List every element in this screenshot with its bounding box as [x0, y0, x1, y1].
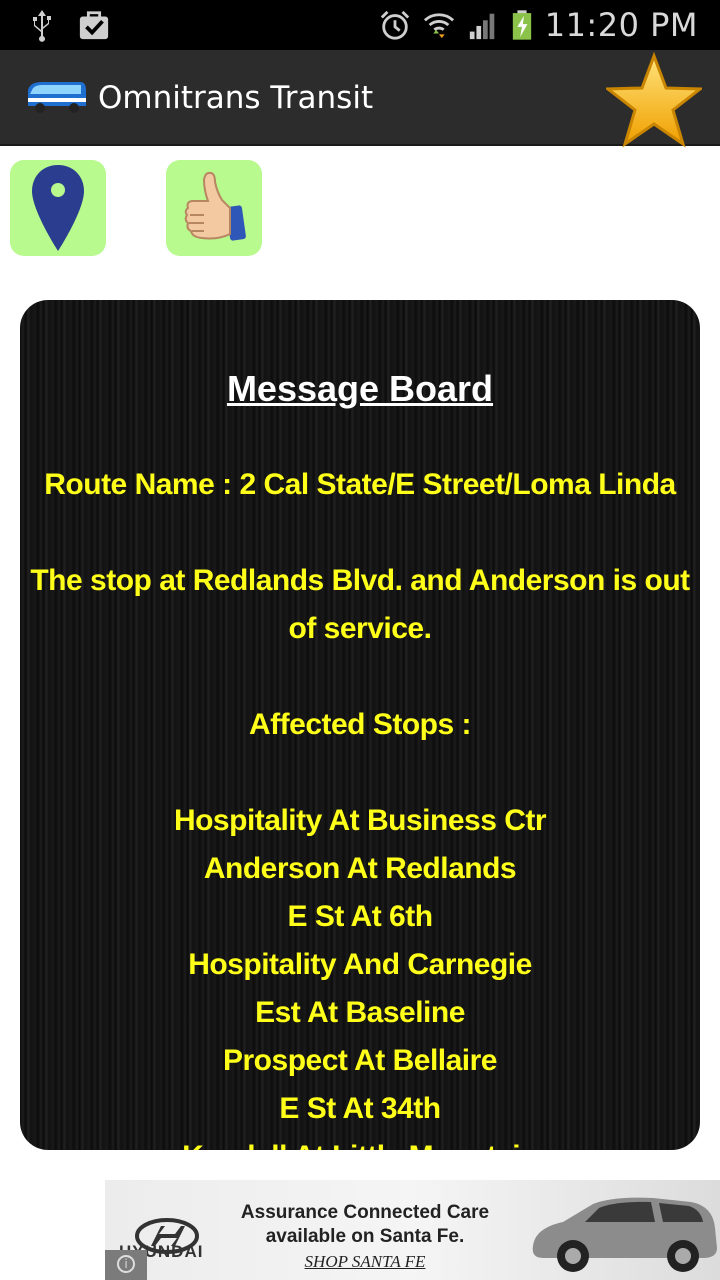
map-location-button[interactable] — [10, 160, 106, 256]
info-icon: i — [117, 1255, 135, 1273]
status-bar: 11:20 PM — [0, 0, 720, 50]
car-image-icon — [532, 1197, 717, 1272]
bus-icon — [28, 82, 86, 113]
ad-info-button[interactable]: i — [105, 1250, 147, 1280]
thumbs-up-icon — [184, 171, 246, 241]
affected-stop-item: Kendall At Little Mountain — [20, 1140, 700, 1150]
affected-stop-item: Anderson At Redlands — [203, 852, 517, 885]
wifi-icon — [423, 13, 454, 39]
route-name: Route Name : 2 Cal State/E Street/Loma L… — [44, 468, 676, 501]
like-button[interactable] — [166, 160, 262, 256]
ad-cta-link[interactable]: SHOP SANTA FE — [220, 1252, 510, 1272]
affected-stop-item: Prospect At Bellaire — [223, 1044, 498, 1077]
action-bar: Omnitrans Transit — [0, 50, 720, 148]
app-title: Omnitrans Transit — [98, 80, 374, 116]
ad-banner[interactable]: HYUNDAI Assurance Connected Care availab… — [105, 1180, 720, 1280]
affected-stop-item: Hospitality At Business Ctr — [173, 804, 547, 837]
affected-stop-item: Est At Baseline — [255, 996, 465, 1029]
affected-stop-item: E St At 34th — [279, 1092, 441, 1125]
ad-headline-1: Assurance Connected Care — [240, 1202, 490, 1223]
favorite-star-button[interactable] — [606, 52, 702, 148]
ad-headline-2: available on Santa Fe. — [265, 1226, 465, 1247]
download-check-icon — [79, 11, 109, 40]
battery-charging-icon — [512, 10, 531, 40]
affected-stops-label: Affected Stops : — [248, 708, 472, 741]
signal-icon — [469, 13, 494, 40]
message-board-title: Message Board — [226, 368, 494, 409]
service-message-line-1: The stop at Redlands Blvd. and Anderson … — [30, 564, 690, 597]
affected-stop-item: Hospitality And Carnegie — [188, 948, 532, 981]
message-board: Message Board Route Name : 2 Cal State/E… — [20, 300, 700, 1150]
alarm-icon — [380, 10, 409, 40]
usb-icon — [33, 10, 51, 42]
affected-stop-item: E St At 6th — [287, 900, 433, 933]
map-pin-icon — [32, 165, 84, 251]
clock-time: 11:20 PM — [544, 6, 698, 44]
service-message-line-2: of service. — [288, 612, 432, 645]
